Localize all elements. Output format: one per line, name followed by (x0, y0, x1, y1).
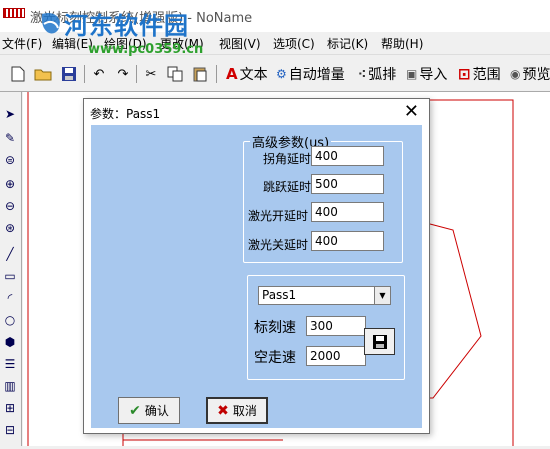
menu-file[interactable]: 文件(F) (2, 35, 42, 52)
text-a-icon: A (226, 65, 238, 83)
close-icon[interactable]: ✕ (404, 101, 419, 122)
menu-modify[interactable]: 更改(M) (160, 35, 204, 52)
laser-off-delay-input[interactable] (311, 231, 384, 251)
polygon-tool-icon[interactable]: ⬢ (0, 332, 20, 352)
copy-icon[interactable] (166, 65, 184, 83)
paste-icon[interactable] (191, 65, 209, 83)
new-file-icon[interactable] (9, 65, 27, 83)
text-tool-button[interactable]: A 文本 (226, 63, 268, 85)
toolbar-separator (136, 65, 137, 83)
menu-view[interactable]: 视图(V) (219, 35, 261, 52)
title-bar: 激光标刻控制系统(增强版) - NoName (0, 0, 550, 32)
jump-delay-input[interactable] (311, 174, 384, 194)
dialog-title: 参数：Pass1 (90, 107, 161, 121)
range-label: 范围 (472, 67, 501, 83)
zoom-fit-icon[interactable]: ⊛ (0, 218, 20, 238)
arc-layout-button[interactable]: ⁖ 弧排 (358, 63, 396, 85)
mark-speed-label: 标刻速 (254, 320, 296, 336)
checkmark-icon: ✔ (129, 402, 141, 419)
laser-on-delay-input[interactable] (311, 202, 384, 222)
preview-label: 预览 (522, 67, 550, 83)
menu-edit[interactable]: 编辑(E) (52, 35, 93, 52)
pass-select-value: Pass1 (262, 288, 297, 302)
pass-select[interactable]: Pass1 ▼ (258, 286, 391, 305)
text-tool-label: 文本 (239, 67, 268, 83)
mark-speed-input[interactable] (306, 316, 366, 336)
auto-increment-button[interactable]: ⚙ 自动增量 (276, 63, 345, 85)
window-title: 激光标刻控制系统(增强版) - NoName (30, 11, 253, 26)
dialog-body: 高级参数(us) 拐角延时 跳跃延时 激光开延时 激光关延时 Pass1 ▼ 标… (91, 125, 422, 428)
line-tool-icon[interactable]: ╱ (0, 244, 20, 264)
range-icon: ⊡ (458, 65, 471, 83)
left-toolbar: ➤ ✎ ⊜ ⊕ ⊖ ⊛ ╱ ▭ ◜ ○ ⬢ ☰ ▥ ⊞ ⊟ (0, 92, 22, 446)
zoom-icon[interactable]: ⊜ (0, 150, 20, 170)
laser-on-delay-label: 激光开延时 (248, 209, 309, 223)
auto-increment-label: 自动增量 (288, 67, 345, 83)
save-speed-button[interactable] (364, 328, 395, 355)
redo-icon[interactable]: ↷ (114, 65, 132, 83)
corner-delay-input[interactable] (311, 146, 384, 166)
jump-speed-label: 空走速 (254, 350, 296, 366)
rectangle-tool-icon[interactable]: ▭ (0, 266, 20, 286)
arc-layout-label: 弧排 (368, 67, 397, 83)
floppy-disk-icon (372, 334, 387, 349)
jump-speed-input[interactable] (306, 346, 366, 366)
menu-options[interactable]: 选项(C) (273, 35, 315, 52)
cancel-label: 取消 (232, 404, 257, 418)
circle-tool-icon[interactable]: ○ (0, 310, 20, 330)
preview-icon: ◉ (510, 67, 521, 81)
distribute-tool-icon[interactable]: ⊟ (0, 420, 20, 440)
zoom-out-icon[interactable]: ⊖ (0, 196, 20, 216)
speed-group: Pass1 ▼ 标刻速 空走速 (247, 275, 405, 380)
import-label: 导入 (419, 67, 448, 83)
jump-delay-label: 跳跃延时 (263, 180, 312, 194)
menu-bar: 文件(F) 编辑(E) 绘图(D) 更改(M) 视图(V) 选项(C) 标记(K… (0, 32, 550, 52)
node-edit-icon[interactable]: ✎ (0, 128, 20, 148)
parameter-dialog: 参数：Pass1 ✕ 高级参数(us) 拐角延时 跳跃延时 激光开延时 激光关延… (83, 98, 430, 434)
import-icon: ▣ (406, 67, 418, 81)
auto-increment-icon: ⚙ (276, 67, 287, 81)
open-folder-icon[interactable] (34, 65, 52, 83)
menu-help[interactable]: 帮助(H) (381, 35, 423, 52)
ok-label: 确认 (144, 404, 169, 418)
menu-mark[interactable]: 标记(K) (327, 35, 368, 52)
undo-icon[interactable]: ↶ (90, 65, 108, 83)
cut-icon[interactable]: ✂ (142, 65, 160, 83)
app-icon (3, 8, 25, 18)
x-icon: ✖ (217, 402, 229, 419)
range-button[interactable]: ⊡ 范围 (458, 63, 501, 85)
preview-button[interactable]: ◉ 预览 (510, 63, 550, 85)
ok-button[interactable]: ✔ 确认 (118, 397, 180, 424)
select-arrow-icon[interactable]: ➤ (0, 104, 20, 124)
corner-delay-label: 拐角延时 (263, 152, 312, 166)
toolbar-separator (84, 65, 85, 83)
toolbar-separator (216, 65, 217, 83)
chevron-down-icon[interactable]: ▼ (374, 287, 390, 304)
import-button[interactable]: ▣ 导入 (406, 63, 447, 85)
toolbar: ↶ ↷ ✂ A 文本 ⚙ 自动增量 ⁖ 弧排 ▣ 导入 ⊡ 范围 ◉ 预览 (0, 54, 550, 92)
barcode-tool-icon[interactable]: ▥ (0, 376, 20, 396)
arc-icon: ⁖ (358, 67, 367, 81)
menu-draw[interactable]: 绘图(D) (104, 35, 147, 52)
align-tool-icon[interactable]: ⊞ (0, 398, 20, 418)
laser-off-delay-label: 激光关延时 (248, 238, 309, 252)
zoom-in-icon[interactable]: ⊕ (0, 174, 20, 194)
save-icon[interactable] (60, 65, 78, 83)
text-align-icon[interactable]: ☰ (0, 354, 20, 374)
cancel-button[interactable]: ✖ 取消 (206, 397, 268, 424)
arc-tool-icon[interactable]: ◜ (0, 288, 20, 308)
